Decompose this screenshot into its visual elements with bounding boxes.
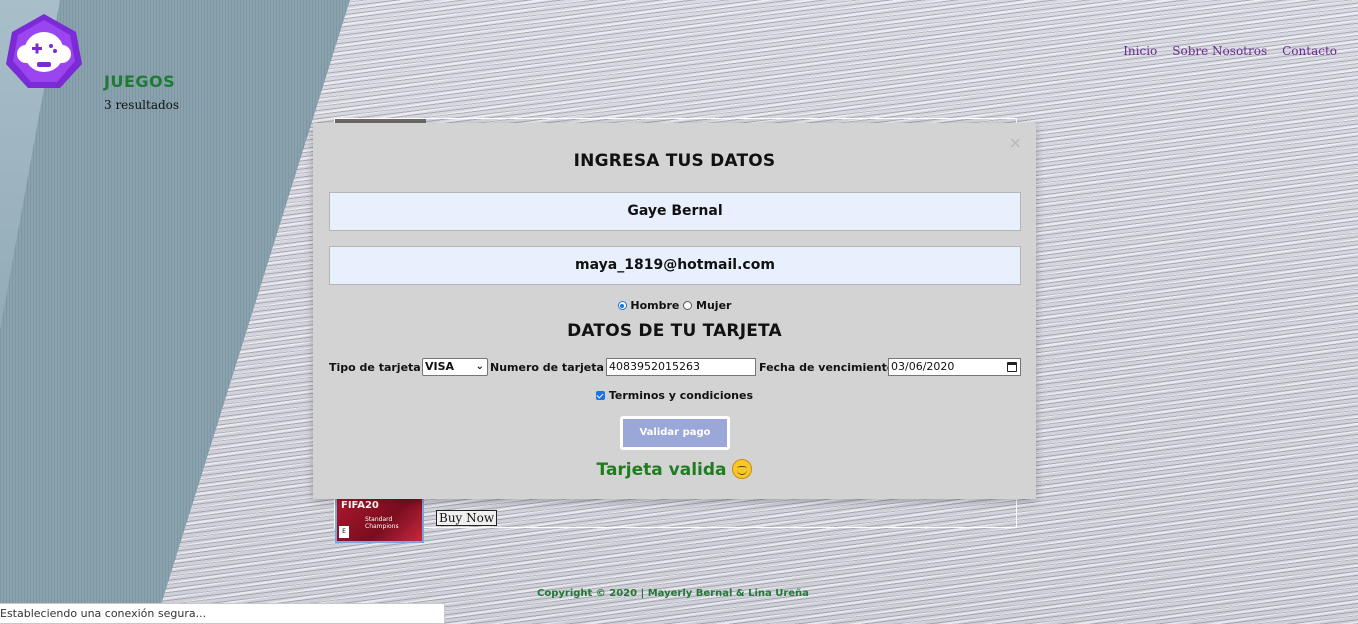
browser-status-bar: Estableciendo una conexión segura... bbox=[0, 603, 445, 624]
nav-sobre-nosotros[interactable]: Sobre Nosotros bbox=[1172, 44, 1267, 58]
gamepad-logo-icon[interactable] bbox=[6, 14, 82, 90]
validation-result-text: Tarjeta valida bbox=[596, 460, 727, 480]
top-nav: Inicio Sobre Nosotros Contacto bbox=[1123, 44, 1337, 58]
modal-title: INGRESA TUS DATOS bbox=[573, 151, 776, 171]
radio-hombre[interactable] bbox=[617, 301, 627, 310]
validate-payment-button[interactable]: Validar pago bbox=[620, 416, 730, 450]
terms-checkbox[interactable] bbox=[595, 391, 605, 400]
card-type-select[interactable]: VISA ⌄ bbox=[422, 358, 488, 376]
expiry-date-value: 03/06/2020 bbox=[891, 360, 955, 373]
close-icon[interactable]: × bbox=[1009, 133, 1022, 152]
terms-label: Terminos y condiciones bbox=[608, 389, 753, 402]
email-field[interactable]: maya_1819@hotmail.com bbox=[329, 246, 1021, 285]
section-title: JUEGOS bbox=[104, 72, 176, 91]
expiry-date-input[interactable]: 03/06/2020 bbox=[888, 358, 1021, 376]
card-type-value: VISA bbox=[425, 360, 455, 373]
background-panel bbox=[0, 0, 350, 624]
card-details-row: Tipo de tarjeta VISA ⌄ Numero de tarjeta… bbox=[329, 358, 1021, 378]
card-section-title: DATOS DE TU TARJETA bbox=[567, 321, 782, 341]
buy-now-button[interactable]: Buy Now bbox=[436, 510, 498, 526]
nav-inicio[interactable]: Inicio bbox=[1123, 44, 1157, 58]
radio-hombre-label: Hombre bbox=[630, 299, 680, 312]
card-number-label: Numero de tarjeta bbox=[490, 361, 604, 374]
payment-modal: × INGRESA TUS DATOS Gaye Bernal maya_181… bbox=[313, 123, 1036, 499]
radio-mujer[interactable] bbox=[683, 301, 693, 310]
validation-result: Tarjeta valida bbox=[313, 459, 1036, 480]
name-field[interactable]: Gaye Bernal bbox=[329, 192, 1021, 231]
results-count: 3 resultados bbox=[104, 98, 180, 112]
smiley-icon bbox=[732, 459, 753, 479]
footer-copyright: Copyright © 2020 | Mayerly Bernal & Lina… bbox=[537, 588, 809, 599]
calendar-icon[interactable] bbox=[1007, 362, 1017, 372]
rating-badge-icon: E bbox=[339, 526, 349, 538]
nav-contacto[interactable]: Contacto bbox=[1282, 44, 1337, 58]
chevron-down-icon: ⌄ bbox=[475, 361, 484, 372]
card-number-input[interactable]: 4083952015263 bbox=[606, 358, 756, 376]
product-thumb-title: FIFA20 bbox=[341, 500, 379, 511]
gender-group: Hombre Mujer bbox=[313, 299, 1036, 312]
terms-row: Terminos y condiciones bbox=[313, 389, 1036, 402]
expiry-label: Fecha de vencimiento bbox=[759, 361, 895, 374]
product-thumb-edition: Standard Champions bbox=[365, 516, 399, 530]
radio-mujer-label: Mujer bbox=[696, 299, 732, 312]
card-type-label: Tipo de tarjeta bbox=[329, 361, 421, 374]
